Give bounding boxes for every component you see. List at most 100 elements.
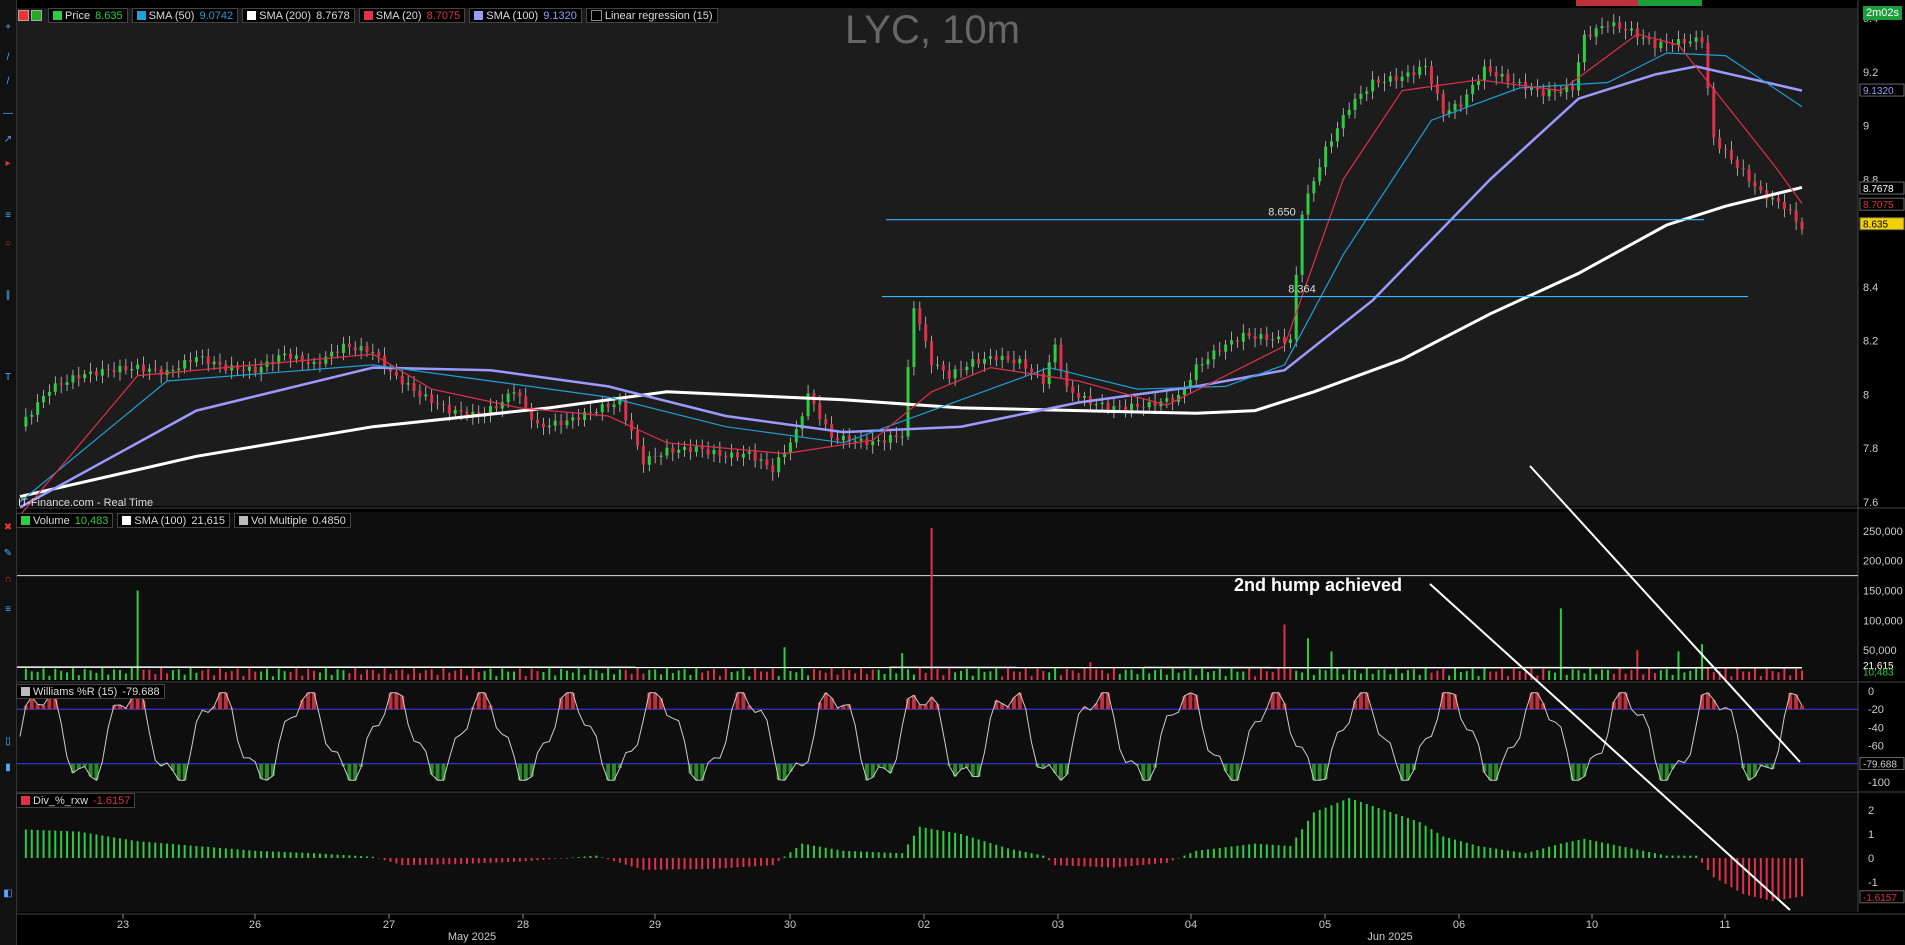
candle-body (771, 465, 775, 473)
williams-axis-tick: -20 (1868, 704, 1884, 716)
volume-bar (166, 673, 169, 680)
div-bar (1248, 844, 1251, 858)
volume-bar (1677, 651, 1680, 680)
candle-body (494, 406, 498, 409)
legend-item[interactable]: SMA (200) 8.7678 (242, 8, 355, 23)
candle-body (1759, 186, 1763, 191)
trendline-tool-icon[interactable]: / (2, 76, 14, 88)
candle-body (1259, 334, 1263, 339)
volume-bar (1136, 674, 1139, 680)
div-bar (113, 837, 116, 858)
volume-bar (495, 676, 498, 680)
line-tool-icon[interactable]: / (2, 52, 14, 64)
pointer-tool-icon[interactable]: ▸ (2, 158, 14, 170)
div-bar (36, 829, 39, 858)
candle-body (218, 361, 222, 365)
legend-item[interactable]: SMA (50) 9.0742 (131, 8, 239, 23)
settings-icon[interactable] (31, 10, 42, 21)
text-tool-icon[interactable]: T (2, 372, 14, 384)
candle-body (247, 366, 251, 371)
legend-item[interactable]: SMA (100) 9.1320 (469, 8, 582, 23)
volume-bar (1442, 668, 1445, 680)
div-bar (1330, 805, 1333, 858)
horizontal-line-tool-icon[interactable]: — (2, 108, 14, 120)
candle-body (371, 352, 375, 354)
div-bar (689, 858, 692, 870)
legend-item[interactable]: SMA (100) 21,615 (117, 513, 230, 528)
candle-body (1224, 344, 1228, 352)
legend-item[interactable]: Williams %R (15) -79.688 (16, 684, 165, 699)
volume-bar (1618, 668, 1621, 680)
volume-bar (418, 673, 421, 680)
div-bar (665, 858, 668, 870)
candle-body (177, 368, 181, 371)
candle-body (436, 403, 440, 405)
candle-body (1600, 26, 1604, 29)
volume-bar (883, 673, 886, 680)
div-bar (989, 843, 992, 858)
volume-bar (401, 669, 404, 680)
div-bar (295, 852, 298, 858)
legend-item[interactable]: SMA (20) 8.7075 (358, 8, 466, 23)
ruler-tool-icon[interactable]: ≡ (2, 604, 14, 616)
candle-body (1006, 355, 1010, 360)
volume-bar (1636, 650, 1639, 680)
magnet-tool-icon[interactable]: ∩ (2, 574, 14, 586)
candle-body (1318, 167, 1322, 182)
legend-item[interactable]: Vol Multiple 0.4850 (233, 513, 351, 528)
candle-body (871, 441, 875, 446)
volume-bar (1736, 668, 1739, 680)
channel-tool-icon[interactable]: ∥ (2, 290, 14, 302)
crosshair-tool-icon[interactable]: + (2, 22, 14, 34)
div-bar (942, 830, 945, 858)
volume-bar (66, 672, 69, 680)
volume-bar (36, 671, 39, 680)
legend-swatch (247, 11, 257, 20)
volume-bar (77, 675, 80, 680)
drawing-toolbar[interactable]: + / / — ↗ ▸ ≡ ○ ∥ T ✖ ✎ ∩ ≡ ▯ ▮ ◧ (0, 0, 17, 945)
screenshot-tool-icon[interactable]: ◧ (2, 888, 14, 900)
div-bar (342, 855, 345, 858)
legend-name: Linear regression (15) (604, 9, 713, 22)
volume-bar (1036, 668, 1039, 680)
volume-bar (360, 674, 363, 680)
div-bar (448, 858, 451, 865)
fibonacci-tool-icon[interactable]: ≡ (2, 210, 14, 222)
volume-bar (148, 669, 151, 680)
candle-body (147, 368, 151, 372)
div-bar (977, 839, 980, 858)
volume-bar (936, 669, 939, 680)
div-bar (1130, 858, 1133, 866)
div-bar (801, 843, 804, 858)
volume-bar (1401, 673, 1404, 680)
candle-body (612, 404, 616, 408)
legend-item[interactable]: Volume 10,483 (16, 513, 114, 528)
candle-body (1271, 339, 1275, 341)
volume-bar (1630, 669, 1633, 680)
williams-axis-tick: 0 (1868, 686, 1874, 698)
lock-tool-icon[interactable]: ▯ (2, 736, 14, 748)
div-bar (301, 852, 304, 858)
volume-bar (1130, 669, 1133, 680)
volume-bar (1330, 651, 1333, 680)
div-bar (48, 830, 51, 858)
ray-tool-icon[interactable]: ↗ (2, 134, 14, 146)
candle-body (1794, 210, 1798, 222)
candle-body (588, 411, 592, 413)
circle-tool-icon[interactable]: ○ (2, 238, 14, 250)
candle-body (1441, 93, 1445, 114)
candle-body (1141, 407, 1145, 409)
delete-tool-icon[interactable]: ✖ (2, 522, 14, 534)
legend-item[interactable]: Price 8.635 (48, 8, 128, 23)
session-bar-green (1638, 0, 1702, 6)
chart-canvas[interactable]: 8.6508.3649.49.298.88.48.287.87.69.13208… (0, 0, 1905, 945)
remove-icon[interactable] (18, 10, 29, 21)
candle-body (189, 360, 193, 363)
legend-item[interactable]: Div_%_rxw -1.6157 (16, 793, 136, 808)
brush-tool-icon[interactable]: ✎ (2, 548, 14, 560)
price-tag: 8.635 (1863, 220, 1888, 231)
trash-tool-icon[interactable]: ▮ (2, 762, 14, 774)
legend-item[interactable]: Linear regression (15) (585, 8, 718, 23)
candle-body (500, 402, 504, 409)
div-bar (130, 840, 133, 858)
